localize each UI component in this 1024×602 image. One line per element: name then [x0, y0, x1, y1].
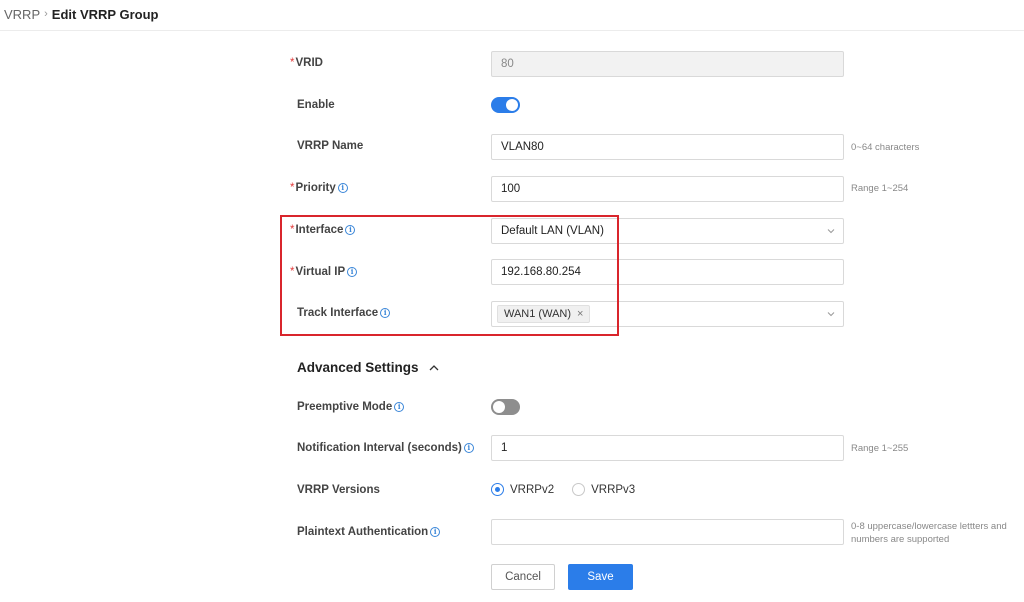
info-circle-icon[interactable]: i	[337, 183, 348, 193]
vrid-label: * VRID	[290, 57, 323, 69]
vrrp-versions-label: VRRP Versions	[297, 484, 380, 496]
notification-interval-label: Notification Interval (seconds) i	[297, 440, 474, 456]
plaintext-auth-label: Plaintext Authentication i	[297, 524, 441, 540]
notification-interval-hint: Range 1~255	[851, 443, 909, 454]
enable-label: Enable	[297, 99, 335, 111]
plaintext-auth-input[interactable]	[491, 519, 844, 545]
required-mark: *	[290, 57, 295, 69]
info-circle-icon[interactable]: i	[394, 402, 405, 412]
toggle-knob	[506, 99, 518, 111]
notification-interval-input[interactable]: 1	[491, 435, 844, 461]
vrrp-name-hint: 0~64 characters	[851, 142, 920, 153]
radio-checked-icon	[491, 483, 504, 496]
enable-toggle[interactable]	[491, 97, 520, 113]
plaintext-auth-hint: 0-8 uppercase/lowercase lettters and num…	[851, 521, 1007, 545]
header-divider	[0, 30, 1024, 31]
cancel-button[interactable]: Cancel	[491, 564, 555, 590]
vrid-field: 80	[491, 51, 844, 77]
preemptive-mode-label: Preemptive Mode i	[297, 399, 405, 415]
advanced-settings-toggle[interactable]: Advanced Settings	[297, 360, 439, 375]
edit-vrrp-group-page: VRRP › Edit VRRP Group * VRID 80 Enable …	[0, 0, 1024, 602]
save-button[interactable]: Save	[568, 564, 633, 590]
toggle-knob	[493, 401, 505, 413]
vrrpv3-radio[interactable]: VRRPv3	[572, 483, 635, 496]
priority-label: * Priority i	[290, 180, 348, 196]
preemptive-mode-toggle[interactable]	[491, 399, 520, 415]
vrrp-name-input[interactable]: VLAN80	[491, 134, 844, 160]
priority-hint: Range 1~254	[851, 183, 909, 194]
page-title: Edit VRRP Group	[51, 6, 159, 22]
breadcrumb: VRRP › Edit VRRP Group	[4, 5, 158, 23]
chevron-up-icon	[429, 364, 438, 370]
highlight-box	[280, 215, 619, 336]
breadcrumb-separator: ›	[44, 8, 48, 20]
priority-input[interactable]: 100	[491, 176, 844, 202]
info-circle-icon[interactable]: i	[430, 527, 441, 537]
radio-unchecked-icon	[572, 483, 586, 496]
breadcrumb-vrrp-link[interactable]: VRRP	[4, 7, 40, 22]
chevron-down-icon	[827, 312, 835, 317]
vrrp-version-radio-group: VRRPv2 VRRPv3	[491, 483, 653, 496]
vrrp-name-label: VRRP Name	[297, 140, 364, 152]
chevron-down-icon	[827, 229, 835, 234]
info-circle-icon[interactable]: i	[463, 443, 474, 453]
vrrpv2-radio[interactable]: VRRPv2	[491, 483, 554, 496]
